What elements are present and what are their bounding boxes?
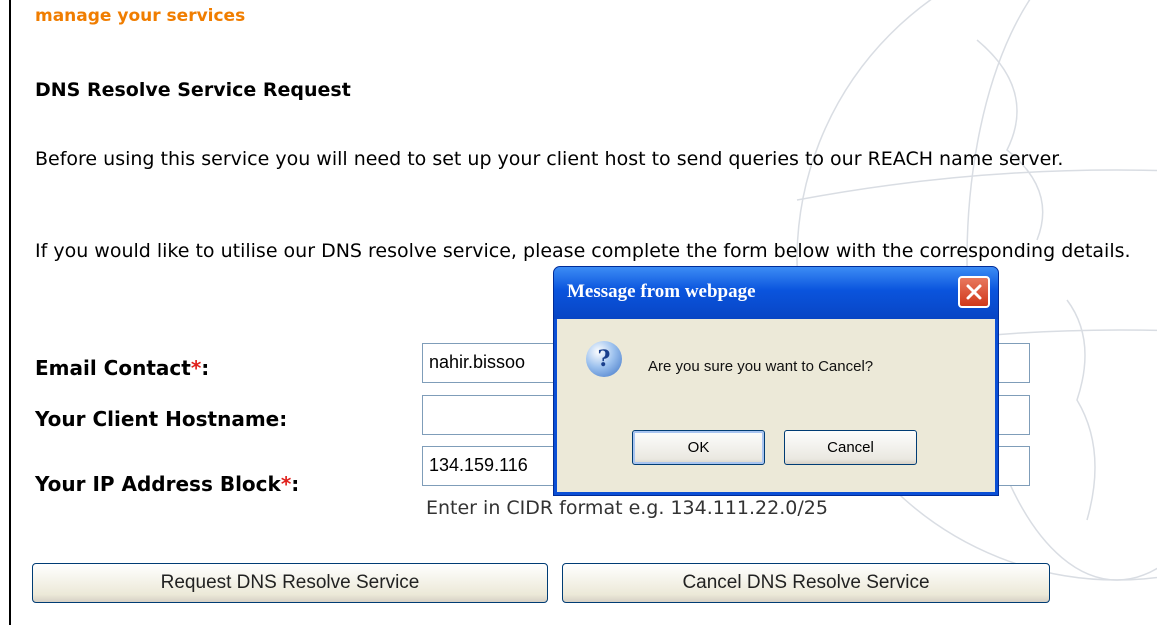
ip-format-hint: Enter in CIDR format e.g. 134.111.22.0/2… xyxy=(426,497,828,519)
required-marker: * xyxy=(190,356,202,380)
page-left-border xyxy=(9,0,11,625)
close-icon[interactable] xyxy=(958,276,990,308)
email-label: Email Contact*: xyxy=(35,356,210,380)
instructions-paragraph: If you would like to utilise our DNS res… xyxy=(35,240,1131,262)
dialog-title: Message from webpage xyxy=(567,281,756,302)
dialog-titlebar[interactable]: Message from webpage xyxy=(554,267,998,319)
dialog-message: Are you sure you want to Cancel? xyxy=(648,358,874,375)
request-dns-button[interactable]: Request DNS Resolve Service xyxy=(32,563,548,603)
dialog-cancel-button[interactable]: Cancel xyxy=(784,430,917,465)
required-marker: * xyxy=(280,472,292,496)
dialog-body: ? Are you sure you want to Cancel? OK Ca… xyxy=(557,319,995,492)
cancel-dns-button[interactable]: Cancel DNS Resolve Service xyxy=(562,563,1050,603)
confirm-dialog: Message from webpage ? Are you sure you … xyxy=(553,266,999,496)
page-title: DNS Resolve Service Request xyxy=(35,79,351,101)
intro-paragraph: Before using this service you will need … xyxy=(35,148,1064,170)
hostname-label: Your Client Hostname: xyxy=(35,407,288,431)
ip-block-label: Your IP Address Block*: xyxy=(35,472,300,496)
ok-button[interactable]: OK xyxy=(632,430,765,465)
question-icon: ? xyxy=(586,341,622,377)
section-heading: manage your services xyxy=(35,6,246,26)
